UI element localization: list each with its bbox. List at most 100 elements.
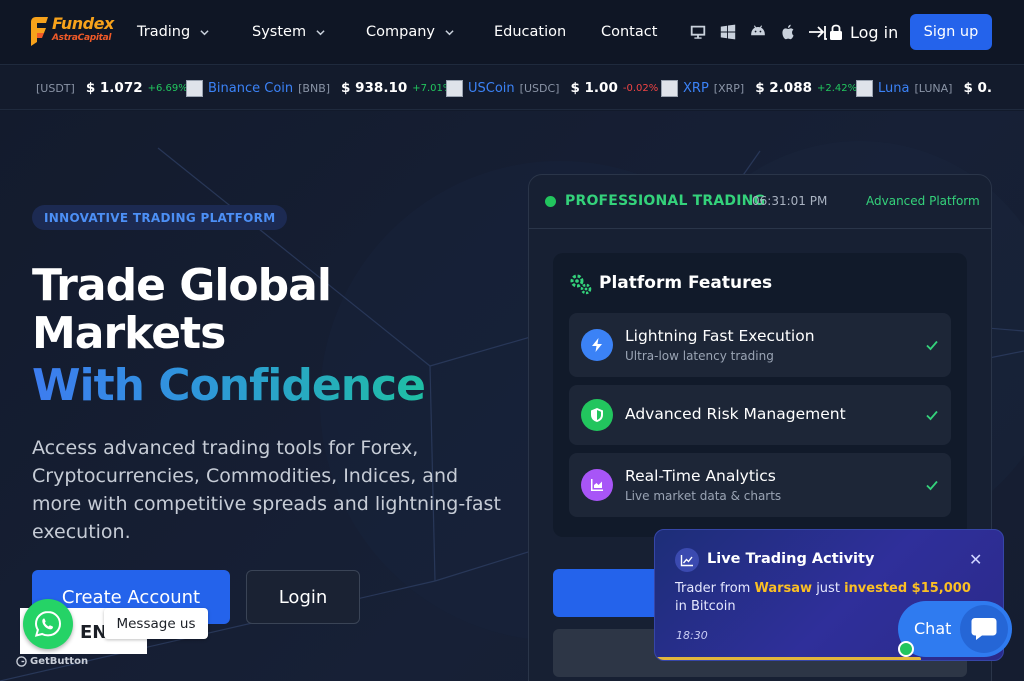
ticker-item[interactable]: Luna [LUNA] $ 0.0 bbox=[856, 66, 992, 109]
check-icon bbox=[926, 340, 938, 351]
ticker-name: Binance Coin bbox=[208, 80, 294, 96]
feature-subtitle: Live market data & charts bbox=[625, 489, 782, 503]
hero-login-button[interactable]: Login bbox=[246, 570, 360, 624]
shield-icon bbox=[581, 399, 613, 431]
coin-logo bbox=[446, 79, 463, 97]
ticker-item[interactable]: USCoin [USDC] $ 1.00 -0.02% bbox=[446, 66, 659, 109]
check-icon bbox=[926, 410, 938, 421]
ticker-price: $ 0.0 bbox=[963, 80, 992, 96]
feature-item-execution: Lightning Fast Execution Ultra-low laten… bbox=[569, 313, 951, 377]
ticker-symbol: [BNB] bbox=[298, 81, 331, 95]
ticker-name: Luna bbox=[878, 80, 910, 96]
ticker-price: $ 938.10 bbox=[341, 80, 408, 96]
ticker-item[interactable]: [USDT] $ 1.072 +6.69% bbox=[36, 66, 188, 109]
getbutton-logo-icon bbox=[16, 656, 27, 667]
top-navigation: Fundex AstraCapital Trading System Compa… bbox=[0, 0, 1024, 65]
close-icon[interactable]: ✕ bbox=[969, 550, 982, 569]
ticker-symbol: [XRP] bbox=[713, 81, 745, 95]
whatsapp-button[interactable] bbox=[23, 599, 73, 649]
chat-label: Chat bbox=[914, 619, 952, 638]
live-status-dot bbox=[545, 196, 556, 207]
hero-description: Access advanced trading tools for Forex,… bbox=[32, 437, 501, 543]
ticker-change: +6.69% bbox=[147, 82, 188, 94]
bolt-icon bbox=[581, 329, 613, 361]
ticker-symbol: [LUNA] bbox=[914, 81, 953, 95]
hero-headline-line2: Markets bbox=[32, 308, 226, 359]
chat-bubble-icon bbox=[960, 605, 1008, 653]
nav-item-label: Contact bbox=[601, 24, 658, 40]
message-mid: just bbox=[812, 581, 845, 596]
nav-item-trading[interactable]: Trading bbox=[137, 24, 209, 40]
trend-icon bbox=[675, 548, 699, 572]
nav-item-system[interactable]: System bbox=[252, 24, 325, 40]
gears-icon bbox=[570, 274, 592, 295]
nav-item-label: System bbox=[252, 24, 307, 40]
ticker-price: $ 1.00 bbox=[570, 80, 618, 96]
live-activity-title: Live Trading Activity bbox=[707, 551, 875, 567]
live-activity-time: 18:30 bbox=[676, 629, 708, 642]
ticker-name: XRP bbox=[683, 80, 709, 96]
hero-headline-line1: Trade Global bbox=[32, 260, 332, 311]
hero-badge: INNOVATIVE TRADING PLATFORM bbox=[32, 205, 288, 230]
logo-mark-icon bbox=[31, 17, 48, 46]
coin-logo bbox=[661, 79, 678, 97]
nav-item-label: Company bbox=[366, 24, 435, 40]
brand-name-secondary: AstraCapital bbox=[52, 33, 112, 43]
ticker-name: USCoin bbox=[468, 80, 515, 96]
platform-features-card: Platform Features Lightning Fast Executi… bbox=[553, 253, 967, 537]
feature-title: Real-Time Analytics bbox=[625, 467, 776, 485]
windows-icon[interactable] bbox=[719, 23, 737, 41]
apple-icon[interactable] bbox=[779, 23, 797, 41]
ticker-item[interactable]: XRP [XRP] $ 2.088 +2.42% bbox=[661, 66, 858, 109]
nav-item-label: Education bbox=[494, 24, 567, 40]
nav-item-education[interactable]: Education bbox=[494, 24, 566, 40]
coin-logo bbox=[856, 79, 873, 97]
ticker-item[interactable]: Binance Coin [BNB] $ 938.10 +7.01% bbox=[186, 66, 452, 109]
desktop-icon[interactable] bbox=[689, 23, 707, 41]
message-suffix: in Bitcoin bbox=[675, 599, 736, 614]
check-icon bbox=[926, 480, 938, 491]
chevron-down-icon bbox=[445, 29, 454, 35]
chat-widget-button[interactable]: Chat bbox=[898, 601, 1012, 657]
ticker-change: +2.42% bbox=[816, 82, 858, 94]
ticker-price: $ 1.072 bbox=[85, 80, 143, 96]
login-label: Log in bbox=[850, 22, 899, 42]
feature-item-analytics: Real-Time Analytics Live market data & c… bbox=[569, 453, 951, 517]
features-title: Platform Features bbox=[599, 273, 773, 293]
coin-logo bbox=[186, 79, 203, 97]
ticker-change: -0.02% bbox=[622, 82, 659, 94]
login-arrow-lock-icon bbox=[809, 24, 842, 40]
chevron-down-icon bbox=[316, 29, 325, 35]
android-icon[interactable] bbox=[749, 23, 767, 41]
chat-online-indicator bbox=[898, 641, 914, 657]
feature-item-risk: Advanced Risk Management bbox=[569, 385, 951, 445]
nav-item-contact[interactable]: Contact bbox=[601, 24, 657, 40]
whatsapp-message-label[interactable]: Message us bbox=[104, 608, 208, 639]
message-prefix: Trader from bbox=[675, 581, 755, 596]
ticker-price: $ 2.088 bbox=[755, 80, 812, 96]
message-city: Warsaw bbox=[754, 581, 813, 596]
chart-icon bbox=[581, 469, 613, 501]
panel-header: PROFESSIONAL TRADING 06:31:01 PM Advance… bbox=[529, 175, 991, 229]
hero-headline-accent: With Confidence bbox=[32, 360, 426, 411]
brand-logo[interactable]: Fundex AstraCapital bbox=[30, 14, 114, 50]
signup-button[interactable]: Sign up bbox=[910, 14, 992, 50]
getbutton-label: GetButton bbox=[30, 656, 89, 667]
nav-item-company[interactable]: Company bbox=[366, 24, 454, 40]
live-activity-progress bbox=[655, 657, 921, 660]
panel-clock: 06:31:01 PM bbox=[752, 194, 828, 208]
nav-item-label: Trading bbox=[137, 24, 191, 40]
whatsapp-icon bbox=[34, 610, 62, 637]
feature-title: Lightning Fast Execution bbox=[625, 327, 815, 345]
message-action: invested $15,000 bbox=[844, 581, 971, 596]
chevron-down-icon bbox=[200, 29, 209, 35]
price-ticker: [USDT] $ 1.072 +6.69% Binance Coin [BNB]… bbox=[0, 66, 1024, 110]
hero-headline: Trade Global Markets bbox=[32, 260, 332, 359]
login-link[interactable]: Log in bbox=[808, 22, 898, 42]
panel-tag: Advanced Platform bbox=[866, 194, 980, 208]
feature-title: Advanced Risk Management bbox=[625, 405, 846, 423]
ticker-symbol: [USDC] bbox=[519, 81, 560, 95]
brand-name-primary: Fundex bbox=[52, 14, 114, 33]
ticker-symbol: [USDT] bbox=[36, 81, 75, 95]
getbutton-credit[interactable]: GetButton bbox=[16, 656, 88, 667]
